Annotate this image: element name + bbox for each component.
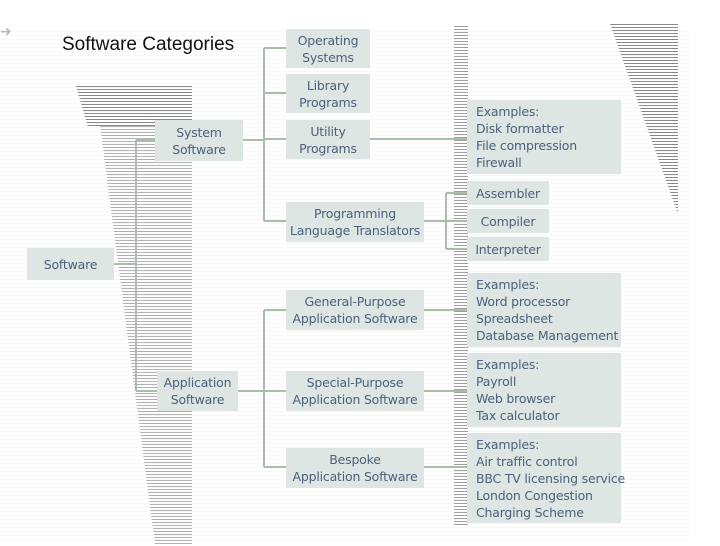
example-item: Tax calculator [476, 408, 560, 423]
node-label: Software [170, 392, 225, 407]
utility-examples: Examples: Disk formatter File compressio… [467, 100, 621, 174]
node-compiler: Compiler [467, 209, 549, 233]
example-item: Database Management [476, 328, 619, 343]
node-label: Systems [302, 49, 354, 65]
example-item: Air traffic control [476, 453, 578, 469]
node-label: Utility [310, 123, 346, 139]
node-assembler: Assembler [467, 181, 549, 205]
example-item: Spreadsheet [476, 311, 553, 326]
example-item: London Congestion [476, 487, 593, 503]
example-item: Payroll [476, 374, 517, 389]
node-label: Library [306, 77, 350, 93]
node-software: Software [27, 248, 114, 280]
node-label: Operating [297, 32, 359, 48]
example-item: File compression [476, 138, 577, 153]
node-label: Programs [299, 140, 357, 156]
node-label: Assembler [476, 185, 540, 201]
node-label: General-Purpose [304, 294, 406, 309]
node-utility-programs: Utility Programs [286, 120, 370, 159]
node-label: Application [163, 375, 232, 390]
node-application-software: Application Software [157, 371, 238, 411]
node-label: System [176, 124, 222, 140]
example-heading: Examples: [476, 436, 540, 452]
node-label: Programming [313, 206, 397, 221]
example-item: Charging Scheme [476, 504, 584, 520]
example-item: Firewall [476, 155, 522, 170]
node-label: Compiler [480, 213, 536, 229]
node-label: Programs [299, 94, 357, 110]
node-language-translators: Programming Language Translators [286, 202, 424, 242]
node-label: Interpreter [475, 241, 541, 257]
node-special-purpose: Special-Purpose Application Software [286, 371, 424, 411]
example-item: BBC TV licensing service [476, 470, 626, 486]
example-heading: Examples: [476, 277, 540, 292]
node-label: Application Software [292, 469, 418, 484]
node-interpreter: Interpreter [467, 237, 549, 261]
example-item: Web browser [476, 391, 556, 406]
node-label: Language Translators [289, 223, 421, 238]
example-item: Word processor [476, 294, 571, 309]
node-label: Application Software [292, 392, 418, 407]
node-bespoke: Bespoke Application Software [286, 448, 424, 488]
node-label: Bespoke [329, 452, 381, 467]
node-system-software: System Software [155, 120, 243, 161]
example-item: Disk formatter [476, 121, 564, 136]
node-label: Special-Purpose [306, 375, 404, 390]
node-label: Software [43, 256, 98, 272]
node-operating-systems: Operating Systems [286, 29, 370, 68]
example-heading: Examples: [476, 104, 540, 119]
node-library-programs: Library Programs [286, 74, 370, 113]
example-heading: Examples: [476, 357, 540, 372]
general-purpose-examples: Examples: Word processor Spreadsheet Dat… [467, 273, 621, 347]
node-label: Software [172, 141, 226, 157]
node-general-purpose: General-Purpose Application Software [286, 290, 424, 330]
bespoke-examples: Examples: Air traffic control BBC TV lic… [467, 433, 625, 523]
special-purpose-examples: Examples: Payroll Web browser Tax calcul… [467, 353, 621, 427]
node-label: Application Software [292, 311, 418, 326]
